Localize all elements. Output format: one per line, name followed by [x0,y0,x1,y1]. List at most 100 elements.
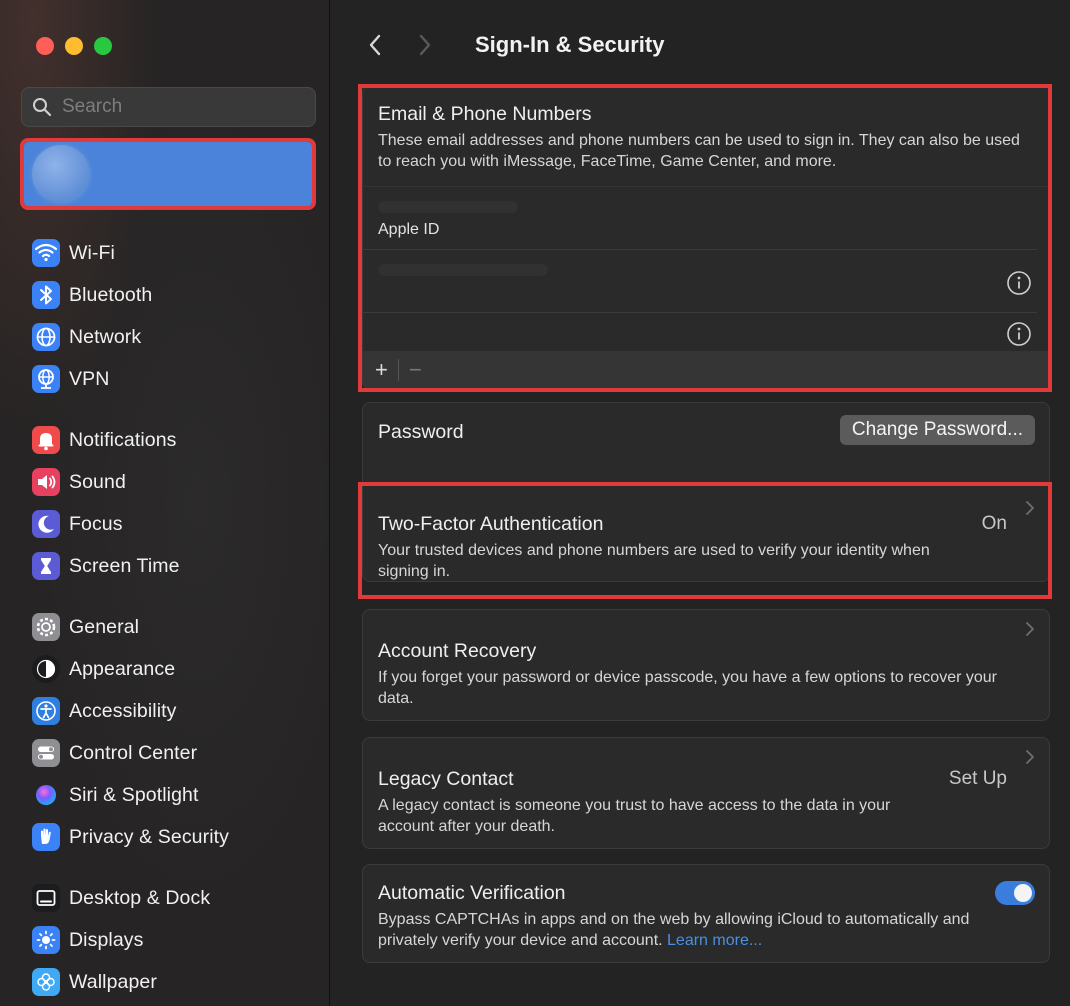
remove-button[interactable]: − [409,357,422,383]
password-card: Password Change Password... Two-Factor A… [362,402,1050,582]
sidebar-item-label: Screen Time [69,554,180,577]
sidebar-item-network[interactable]: Network [32,316,329,358]
vpn-globe-icon [32,365,60,393]
sidebar-nav: Wi-Fi Bluetooth Network VPN Notifications Sou… [32,232,329,1006]
sidebar-item-label: Displays [69,928,144,951]
moon-icon [32,510,60,538]
sidebar-item-label: Bluetooth [69,283,153,306]
email-section-description: These email addresses and phone numbers … [378,132,1020,170]
page-title: Sign-In & Security [475,32,665,57]
info-icon[interactable] [1006,270,1032,296]
sidebar-item-wi-fi[interactable]: Wi-Fi [32,232,329,274]
legacy-contact-status: Set Up [948,768,1007,789]
zoom-window-button[interactable] [94,37,112,55]
forward-button[interactable] [410,28,440,62]
hourglass-icon [32,552,60,580]
chevron-right-icon [1026,750,1034,764]
email-list: Apple ID [363,186,1049,375]
redacted-value [378,201,518,213]
email-row-apple-id[interactable]: Apple ID [363,186,1049,249]
siri-icon [32,781,60,809]
sidebar-group: General Appearance Accessibility Control Ce… [32,606,329,858]
sidebar-account-item[interactable] [20,138,316,210]
chevron-right-icon [1026,622,1034,636]
sun-icon [32,926,60,954]
sidebar-item-focus[interactable]: Focus [32,503,329,545]
sidebar-item-label: Sound [69,470,126,493]
divider [397,359,399,381]
chevron-right-icon [419,34,431,56]
sidebar-item-accessibility[interactable]: Accessibility [32,690,329,732]
chevron-left-icon [369,34,381,56]
toggles-icon [32,739,60,767]
sidebar-item-label: Wi-Fi [69,241,115,264]
two-factor-status: On [981,513,1007,534]
sidebar-item-label: Appearance [69,657,176,680]
sidebar-item-screen-time[interactable]: Screen Time [32,545,329,587]
main-pane: Sign-In & Security Email & Phone Numbers… [330,0,1070,1006]
toggle-knob [1014,884,1032,902]
sidebar-item-sound[interactable]: Sound [32,461,329,503]
sidebar-group: Wi-Fi Bluetooth Network VPN [32,232,329,400]
sidebar-item-siri-spotlight[interactable]: Siri & Spotlight [32,774,329,816]
gear-icon [32,613,60,641]
bluetooth-icon [32,281,60,309]
automatic-verification-card: Automatic Verification Bypass CAPTCHAs i… [362,864,1050,963]
email-row[interactable] [363,249,1037,312]
minimize-window-button[interactable] [65,37,83,55]
email-section-title: Email & Phone Numbers [378,103,592,125]
sidebar-item-control-center[interactable]: Control Center [32,732,329,774]
sidebar-item-label: Focus [69,512,123,535]
search-icon [33,98,52,117]
legacy-contact-description: A legacy contact is someone you trust to… [378,797,891,835]
appearance-icon [32,655,60,683]
sidebar-group: Desktop & Dock Displays Wallpaper [32,877,329,1003]
sidebar-item-label: Desktop & Dock [69,886,211,909]
sidebar-item-label: VPN [69,367,110,390]
search-input[interactable] [60,95,315,119]
chevron-right-icon[interactable] [1025,499,1035,517]
sidebar-item-general[interactable]: General [32,606,329,648]
hand-icon [32,823,60,851]
apple-id-label: Apple ID [378,221,440,238]
sidebar-item-notifications[interactable]: Notifications [32,419,329,461]
legacy-contact-card[interactable]: Legacy Contact A legacy contact is someo… [362,737,1050,849]
info-icon[interactable] [1006,321,1032,347]
sidebar: Wi-Fi Bluetooth Network VPN Notifications Sou… [0,0,330,1006]
automatic-verification-toggle[interactable] [995,881,1035,905]
sidebar-item-label: Network [69,325,142,348]
system-settings-window: Wi-Fi Bluetooth Network VPN Notifications Sou… [0,0,1070,1006]
search-field[interactable] [21,87,316,127]
account-recovery-description: If you forget your password or device pa… [378,669,997,707]
sidebar-item-wallpaper[interactable]: Wallpaper [32,961,329,1003]
account-recovery-card[interactable]: Account Recovery If you forget your pass… [362,609,1050,721]
traffic-lights [36,37,112,55]
wifi-icon [32,239,60,267]
two-factor-row[interactable]: Two-Factor Authentication Your trusted d… [378,513,978,582]
automatic-verification-description: Bypass CAPTCHAs in apps and on the web b… [378,909,998,951]
sidebar-item-label: General [69,615,140,638]
sidebar-item-label: Control Center [69,741,198,764]
change-password-button[interactable]: Change Password... [839,415,1035,445]
back-button[interactable] [360,28,390,62]
redacted-value [378,264,548,276]
account-recovery-title: Account Recovery [378,640,537,662]
sidebar-item-privacy-security[interactable]: Privacy & Security [32,816,329,858]
sidebar-item-appearance[interactable]: Appearance [32,648,329,690]
sidebar-item-desktop-dock[interactable]: Desktop & Dock [32,877,329,919]
toolbar: Sign-In & Security [360,28,664,62]
add-button[interactable]: + [375,357,388,383]
sidebar-item-bluetooth[interactable]: Bluetooth [32,274,329,316]
learn-more-link[interactable]: Learn more... [667,932,762,949]
close-window-button[interactable] [36,37,54,55]
two-factor-description: Your trusted devices and phone numbers a… [378,542,930,580]
sidebar-item-label: Privacy & Security [69,825,230,848]
bell-icon [32,426,60,454]
automatic-verification-title: Automatic Verification [378,882,566,904]
dock-icon [32,884,60,912]
sidebar-item-vpn[interactable]: VPN [32,358,329,400]
sidebar-item-displays[interactable]: Displays [32,919,329,961]
globe-icon [32,323,60,351]
sidebar-item-label: Notifications [69,428,177,451]
email-phone-card: Email & Phone Numbers These email addres… [362,85,1050,390]
